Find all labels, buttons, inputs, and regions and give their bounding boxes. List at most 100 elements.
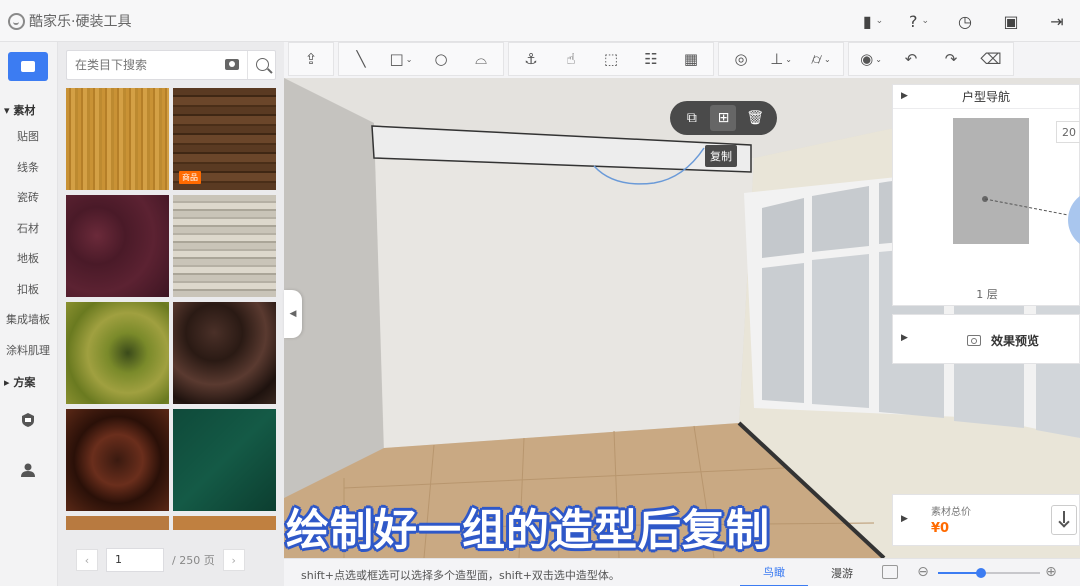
rail-materials-button[interactable] bbox=[8, 52, 48, 81]
material-tile[interactable] bbox=[173, 409, 276, 511]
render-preview-panel[interactable]: ▶ 效果预览 bbox=[892, 314, 1080, 364]
material-grid: 商品 bbox=[66, 88, 278, 573]
sidebar-item[interactable]: 贴图 bbox=[0, 128, 56, 144]
measure-tool-icon: ◎ bbox=[734, 50, 748, 68]
export-tool-button[interactable]: ⇪ bbox=[295, 46, 327, 72]
zoom-slider[interactable] bbox=[938, 568, 1040, 578]
visibility-tool-button[interactable]: ◉ ⌄ bbox=[855, 46, 887, 72]
grid-tool-icon: ☷ bbox=[644, 50, 658, 68]
visibility-tool-icon: ◉ bbox=[860, 50, 874, 68]
sidebar-item[interactable]: 石材 bbox=[0, 220, 56, 236]
material-tile[interactable] bbox=[66, 409, 169, 511]
undo-icon: ↶ bbox=[904, 50, 918, 68]
undo-button[interactable]: ↶ bbox=[895, 46, 927, 72]
floor-label[interactable]: 1 层 bbox=[893, 286, 1080, 302]
erase-icon: ⌫ bbox=[980, 50, 1002, 68]
sidebar-item[interactable]: 扣板 bbox=[0, 281, 56, 297]
material-tile[interactable] bbox=[173, 516, 276, 530]
nav-panel-header[interactable]: ▶ 户型导航 bbox=[893, 85, 1079, 109]
redo-button[interactable]: ↷ bbox=[935, 46, 967, 72]
hand-tool-button[interactable]: ☝ bbox=[555, 46, 587, 72]
zoom-out-icon[interactable]: ⊖ bbox=[914, 563, 932, 581]
expand-price-arrow-icon[interactable]: ▶ bbox=[901, 514, 908, 524]
next-page-button[interactable]: › bbox=[222, 549, 245, 571]
app-logo[interactable]: 酷家乐·硬装工具 bbox=[8, 11, 131, 31]
material-tile[interactable] bbox=[66, 195, 169, 297]
collapse-panel-toggle[interactable]: ◀ bbox=[284, 290, 302, 338]
material-tile[interactable] bbox=[66, 88, 169, 190]
delete-icon[interactable]: 🗑 bbox=[742, 105, 768, 131]
face-context-menu: ⧉ ⊞ 🗑 bbox=[670, 101, 777, 135]
pagination: ‹ 1 / 250 页 › bbox=[76, 548, 266, 572]
collapse-arrow-icon[interactable]: ▶ bbox=[901, 91, 908, 101]
exit-button[interactable]: ⇥ bbox=[1034, 0, 1080, 42]
line-tool-button[interactable]: ╲ bbox=[345, 46, 377, 72]
tab-roam-view[interactable]: 漫游 bbox=[808, 559, 876, 586]
rectangle-tool-button[interactable]: □ ⌄ bbox=[385, 46, 417, 72]
chevron-down-icon: ⌄ bbox=[875, 54, 882, 64]
nav-zoom-badge[interactable]: 20 bbox=[1056, 121, 1080, 143]
floorplan-minimap[interactable] bbox=[953, 118, 1029, 244]
search-icon[interactable] bbox=[247, 51, 277, 79]
left-rail: ▾ 素材 贴图线条瓷砖石材地板扣板集成墙板涂料肌理 ▸ 方案 bbox=[0, 42, 58, 586]
product-badge: 商品 bbox=[179, 171, 201, 184]
screenshot-icon[interactable] bbox=[882, 565, 898, 579]
rail-section-materials[interactable]: ▾ 素材 bbox=[4, 102, 35, 118]
panel-tool-icon: ▦ bbox=[683, 50, 699, 68]
grid-tool-button[interactable]: ☷ bbox=[635, 46, 667, 72]
export-tool-icon: ⇪ bbox=[304, 50, 318, 68]
chevron-down-icon: ⌄ bbox=[921, 16, 930, 26]
search-input[interactable] bbox=[75, 57, 215, 73]
zoom-slider-thumb[interactable] bbox=[975, 568, 986, 578]
floorplan-nav-panel: ▶ 户型导航 20 1 层 bbox=[892, 84, 1080, 306]
zoom-in-icon[interactable]: ⊕ bbox=[1042, 563, 1060, 581]
help-button[interactable]: ? ⌄ bbox=[896, 0, 942, 42]
frame-tool-button[interactable]: ⬚ bbox=[595, 46, 627, 72]
sidebar-item[interactable]: 线条 bbox=[0, 159, 56, 175]
camera-search-icon[interactable] bbox=[225, 59, 239, 70]
arc-tool-button[interactable]: ⌓ bbox=[465, 46, 497, 72]
save-icon: ▣ bbox=[1003, 11, 1019, 31]
price-label: 素材总价 bbox=[931, 507, 971, 518]
sidebar-item[interactable]: 涂料肌理 bbox=[0, 342, 56, 358]
help-icon: ? bbox=[908, 11, 918, 31]
page-input[interactable]: 1 bbox=[106, 548, 164, 572]
drawing-toolbar: ⇪ ╲ □ ⌄ ○ ⌓ ⚓ ☝ ⬚ ☷ ▦ ◎ ⊥ ⌄ ⌭ ⌄ ◉ ⌄ ↶ ↷ ⌫ bbox=[284, 42, 1080, 78]
circle-tool-icon: ○ bbox=[434, 50, 448, 68]
tab-bird-view[interactable]: 鸟瞰 bbox=[740, 559, 808, 586]
save-menu-button[interactable]: ▮ ⌄ bbox=[850, 0, 896, 42]
user-icon[interactable] bbox=[20, 462, 36, 478]
panel-tool-button[interactable]: ▦ bbox=[675, 46, 707, 72]
history-button[interactable]: ◷ bbox=[942, 0, 988, 42]
expand-arrow-icon[interactable]: ▶ bbox=[901, 333, 908, 343]
sidebar-item[interactable]: 地板 bbox=[0, 250, 56, 266]
save-button[interactable]: ▣ bbox=[988, 0, 1034, 42]
top-bar: 酷家乐·硬装工具 ▮ ⌄? ⌄ ◷ ▣ ⇥ bbox=[0, 0, 1080, 42]
sidebar-item[interactable]: 集成墙板 bbox=[0, 311, 56, 327]
prev-page-button[interactable]: ‹ bbox=[76, 549, 98, 571]
material-tile[interactable] bbox=[173, 302, 276, 404]
frame-tool-icon: ⬚ bbox=[603, 50, 619, 68]
page-total: / 250 页 bbox=[172, 554, 215, 567]
toolbar-group: ◎ ⊥ ⌄ ⌭ ⌄ bbox=[718, 42, 844, 76]
download-icon[interactable] bbox=[1051, 505, 1077, 535]
paint-tool-icon: ⌭ bbox=[811, 50, 823, 68]
erase-button[interactable]: ⌫ bbox=[975, 46, 1007, 72]
select-face-icon[interactable]: ⧉ bbox=[679, 105, 705, 131]
material-tile[interactable] bbox=[173, 195, 276, 297]
circle-tool-button[interactable]: ○ bbox=[425, 46, 457, 72]
redo-icon: ↷ bbox=[944, 50, 958, 68]
copy-icon[interactable]: ⊞ bbox=[710, 105, 737, 131]
anchor-tool-button[interactable]: ⚓ bbox=[515, 46, 547, 72]
material-tile[interactable] bbox=[66, 302, 169, 404]
paint-tool-button[interactable]: ⌭ ⌄ bbox=[805, 46, 837, 72]
measure-tool-button[interactable]: ◎ bbox=[725, 46, 757, 72]
toolbar-group: ⇪ bbox=[288, 42, 334, 76]
align-tool-icon: ⊥ bbox=[770, 50, 784, 68]
shield-icon[interactable] bbox=[20, 412, 36, 428]
material-tile[interactable] bbox=[66, 516, 169, 530]
sidebar-item[interactable]: 瓷砖 bbox=[0, 189, 56, 205]
rail-section-scheme[interactable]: ▸ 方案 bbox=[4, 374, 35, 390]
material-tile[interactable]: 商品 bbox=[173, 88, 276, 190]
align-tool-button[interactable]: ⊥ ⌄ bbox=[765, 46, 797, 72]
